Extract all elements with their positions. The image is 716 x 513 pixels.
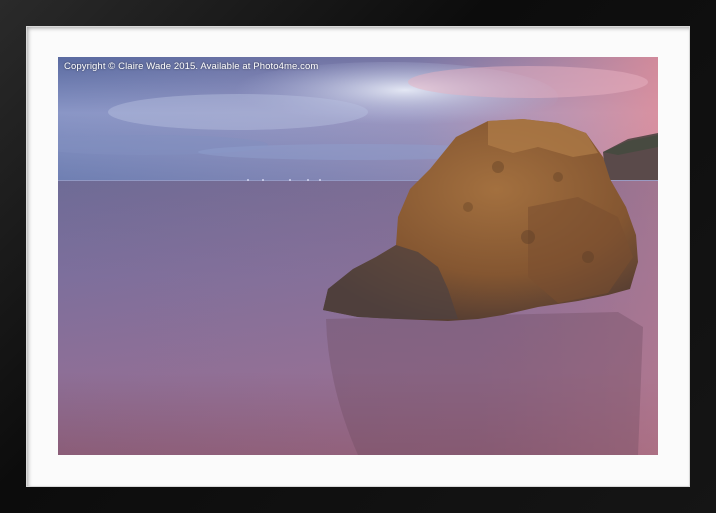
seascape-image <box>58 57 658 455</box>
copyright-watermark: Copyright © Claire Wade 2015. Available … <box>64 61 319 72</box>
seascape-photo: Copyright © Claire Wade 2015. Available … <box>58 57 658 455</box>
